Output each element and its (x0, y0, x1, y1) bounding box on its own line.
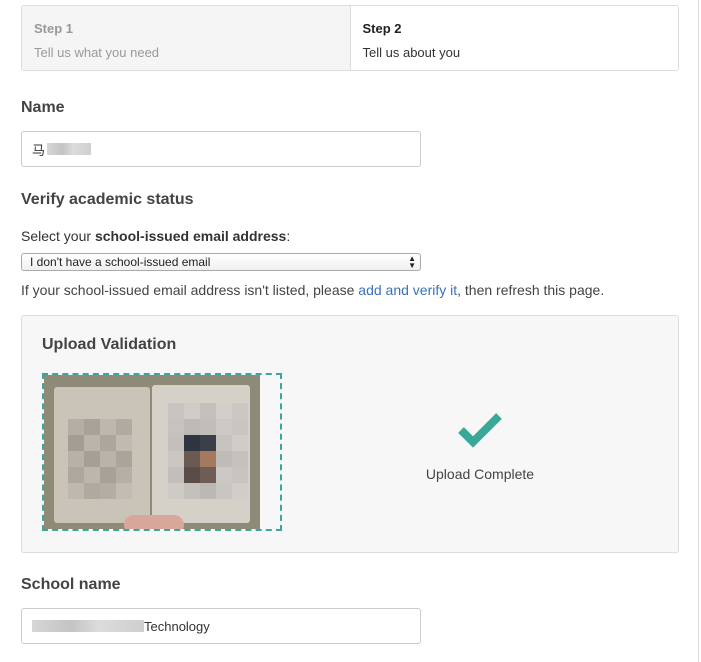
name-label: Name (21, 99, 65, 116)
step-2-description: Tell us about you (362, 45, 461, 60)
select-label-prefix: Select your (21, 228, 95, 244)
step-2-title: Step 2 (362, 21, 402, 36)
redacted-name (47, 143, 92, 155)
name-value: 马 (32, 142, 46, 158)
step-1-title: Step 1 (34, 21, 74, 36)
select-label-suffix: : (286, 228, 291, 244)
step-indicator: Step 1 Tell us what you need Step 2 Tell… (21, 5, 679, 71)
redacted-mosaic-left (68, 419, 132, 499)
redacted-school-name (32, 620, 144, 632)
step-1-description: Tell us what you need (34, 45, 160, 60)
select-label-bold: school-issued email address (94, 228, 287, 244)
right-border (698, 0, 699, 662)
step-1[interactable]: Step 1 Tell us what you need (22, 6, 351, 70)
selected-option: I don't have a school-issued email (30, 255, 211, 269)
add-and-verify-link[interactable]: add and verify it (358, 282, 457, 298)
hand-fingers (124, 515, 184, 529)
select-arrows-icon: ▲ ▼ (408, 254, 416, 270)
name-input[interactable]: 马 (21, 131, 421, 167)
school-email-select[interactable]: I don't have a school-issued email ▲ ▼ (21, 253, 421, 271)
redacted-mosaic-right (168, 403, 248, 499)
checkmark-icon (458, 413, 502, 448)
upload-complete-status: Upload Complete (425, 466, 535, 482)
hint-prefix: If your school-issued email address isn'… (21, 282, 359, 298)
email-hint: If your school-issued email address isn'… (21, 282, 604, 298)
uploaded-document-image (44, 375, 260, 529)
school-name-input[interactable]: Technology (21, 608, 421, 644)
verify-academic-status-heading: Verify academic status (21, 191, 194, 208)
hint-suffix: , then refresh this page. (457, 282, 605, 298)
school-name-label: School name (21, 576, 121, 593)
email-select-label: Select your school-issued email address: (21, 228, 290, 244)
upload-validation-title: Upload Validation (42, 336, 177, 353)
upload-validation-panel: Upload Validation Upload Complete (21, 315, 679, 553)
step-2: Step 2 Tell us about you (350, 6, 678, 70)
school-name-value: Technology (144, 618, 210, 634)
upload-dropzone[interactable] (42, 373, 282, 531)
